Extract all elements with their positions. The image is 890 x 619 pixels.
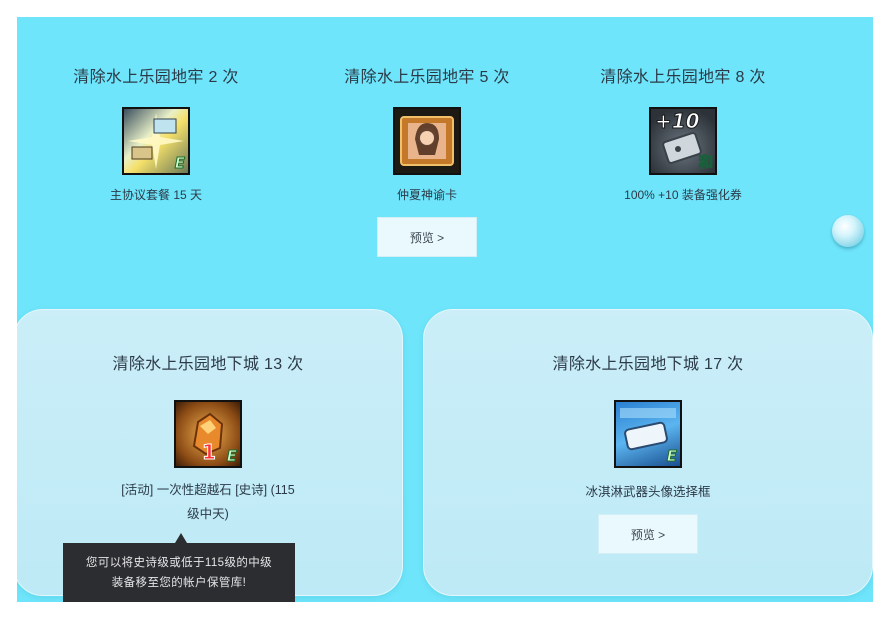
tooltip-line1: 您可以将史诗级或低于115级的中级	[85, 557, 273, 569]
badge-e: E	[174, 154, 185, 173]
reward-clear-8: 清除水上乐园地牢 8 次 +10 和 100% +10 装备强化券	[553, 63, 813, 207]
protocol-package-icon[interactable]: E	[122, 107, 190, 175]
reward-title: 清除水上乐园地牢 8 次	[600, 69, 766, 86]
tooltip-arrow	[175, 533, 187, 543]
item-name-line1: [活动] 一次性超越石 [史诗] (115	[121, 483, 295, 497]
plus-ten-label: +10	[655, 109, 701, 134]
water-bubble-decoration	[832, 215, 864, 247]
reward-clear-5: 清除水上乐园地牢 5 次 仲夏神谕卡 预览 >	[297, 63, 557, 257]
preview-button[interactable]: 预览 >	[377, 217, 477, 257]
reward-clear-13: 清除水上乐园地下城 13 次 1 E [活动] 一次性超越石 [史诗] (115…	[17, 350, 402, 526]
badge-e: E	[666, 447, 677, 466]
reward-title: 清除水上乐园地下城 17 次	[552, 356, 744, 373]
reward-panel: 清除水上乐园地牢 2 次 E 主协议套餐 15 天 清除水上乐园地牢 5 次 仲…	[17, 17, 873, 602]
reward-clear-2: 清除水上乐园地牢 2 次 E 主协议套餐 15 天	[26, 63, 286, 207]
count-badge: 1	[202, 440, 217, 465]
item-tooltip: 您可以将史诗级或低于115级的中级 装备移至您的帐户保管库!	[63, 543, 295, 602]
reward-title: 清除水上乐园地牢 2 次	[73, 69, 239, 86]
item-name: 主协议套餐 15 天	[109, 188, 203, 202]
item-name-line2: 级中天)	[187, 507, 229, 521]
item-name: 100% +10 装备强化券	[624, 188, 742, 202]
item-name: 仲夏神谕卡	[396, 188, 457, 202]
transcendence-stone-icon[interactable]: 1 E	[174, 400, 242, 468]
reward-clear-17: 清除水上乐园地下城 17 次 E 冰淇淋武器头像选择框 预览 >	[424, 350, 872, 554]
reward-card-clear-17: 清除水上乐园地下城 17 次 E 冰淇淋武器头像选择框 预览 >	[423, 309, 873, 596]
preview-button[interactable]: 预览 >	[598, 514, 698, 554]
ice-cream-frame-icon[interactable]: E	[614, 400, 682, 468]
enhance-ticket-icon[interactable]: +10 和	[649, 107, 717, 175]
item-name: 冰淇淋武器头像选择框	[585, 485, 711, 499]
reward-title: 清除水上乐园地下城 13 次	[112, 356, 304, 373]
bound-badge: 和	[699, 154, 714, 171]
badge-e: E	[226, 447, 237, 466]
oracle-card-icon[interactable]	[393, 107, 461, 175]
reward-title: 清除水上乐园地牢 5 次	[344, 69, 510, 86]
tooltip-line2: 装备移至您的帐户保管库!	[111, 577, 247, 589]
